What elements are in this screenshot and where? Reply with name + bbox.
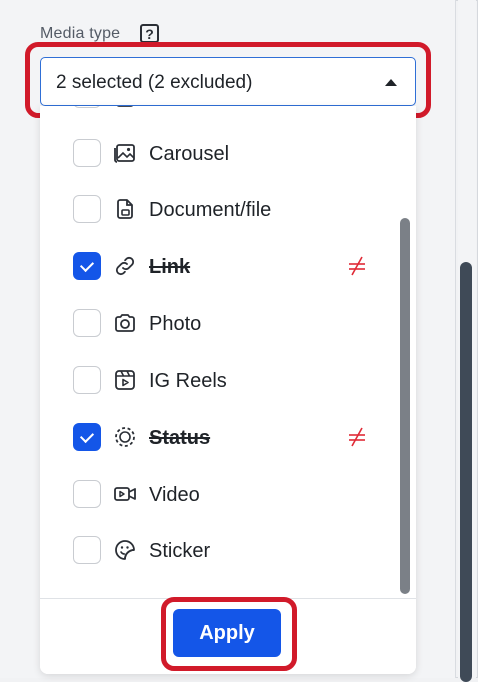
option-label: Carousel bbox=[149, 143, 230, 165]
media-type-select[interactable]: 2 selected (2 excluded) bbox=[40, 57, 416, 106]
checkbox-link[interactable] bbox=[73, 252, 101, 280]
apply-button[interactable]: Apply bbox=[173, 609, 281, 657]
partial-item-icon bbox=[113, 106, 137, 108]
checkbox-photo[interactable] bbox=[73, 309, 101, 337]
carousel-icon bbox=[113, 141, 137, 165]
checkbox-status[interactable] bbox=[73, 423, 101, 451]
option-label: Video bbox=[149, 484, 200, 506]
checkbox-ig-reels[interactable] bbox=[73, 366, 101, 394]
sticker-icon bbox=[113, 538, 137, 562]
option-video[interactable]: Video bbox=[40, 467, 390, 523]
option-document-file[interactable]: Document/file bbox=[40, 182, 390, 238]
media-type-dropdown: Carousel Document/file Link Photo IG Ree… bbox=[40, 106, 416, 674]
list-scrollbar-thumb[interactable] bbox=[400, 218, 410, 594]
checkbox-carousel[interactable] bbox=[73, 139, 101, 167]
option-label-excluded: Status bbox=[149, 427, 211, 449]
link-icon bbox=[113, 254, 137, 278]
reels-icon bbox=[113, 368, 137, 392]
caret-up-icon bbox=[385, 79, 397, 86]
video-icon bbox=[113, 482, 137, 506]
option-label: Sticker bbox=[149, 540, 211, 562]
option-label: Document/file bbox=[149, 199, 272, 221]
option-photo[interactable]: Photo bbox=[40, 296, 390, 352]
option-sticker[interactable]: Sticker bbox=[40, 523, 390, 579]
camera-icon bbox=[113, 311, 137, 335]
media-type-label: Media type bbox=[40, 25, 121, 42]
filter-panel: Media type ? 2 selected (2 excluded) Car… bbox=[0, 0, 456, 678]
not-equal-icon bbox=[347, 427, 367, 447]
option-label: Photo bbox=[149, 313, 202, 335]
checkbox-sticker[interactable] bbox=[73, 536, 101, 564]
select-value: 2 selected (2 excluded) bbox=[56, 72, 253, 93]
document-icon bbox=[113, 197, 137, 221]
checkbox-document-file[interactable] bbox=[73, 195, 101, 223]
option-link[interactable]: Link bbox=[40, 239, 390, 295]
option-label-excluded: Link bbox=[149, 256, 191, 278]
checkbox-video[interactable] bbox=[73, 480, 101, 508]
not-equal-icon bbox=[347, 256, 367, 276]
option-carousel[interactable]: Carousel bbox=[40, 126, 390, 182]
status-icon bbox=[113, 425, 137, 449]
page-scrollbar-thumb[interactable] bbox=[460, 262, 472, 682]
options-list[interactable]: Carousel Document/file Link Photo IG Ree… bbox=[40, 106, 416, 598]
partial-checkbox bbox=[73, 106, 101, 108]
panel-divider bbox=[455, 0, 456, 678]
help-icon[interactable]: ? bbox=[140, 24, 159, 43]
option-status[interactable]: Status bbox=[40, 410, 390, 466]
option-label: IG Reels bbox=[149, 370, 227, 392]
option-ig-reels[interactable]: IG Reels bbox=[40, 353, 390, 409]
dropdown-footer: Apply bbox=[40, 597, 416, 674]
